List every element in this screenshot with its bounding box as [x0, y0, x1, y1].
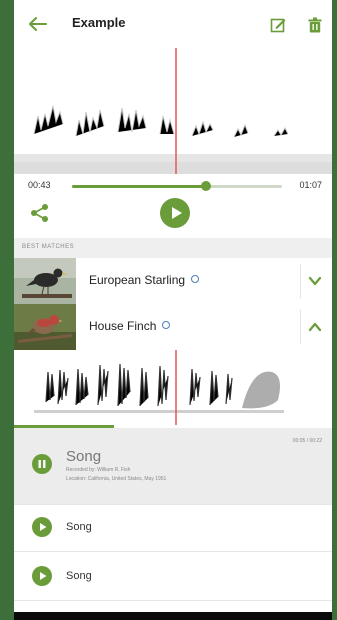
recording-title: Song [66, 448, 102, 465]
back-arrow-icon[interactable] [28, 16, 48, 32]
chevron-up-icon[interactable] [308, 320, 322, 334]
play-icon [40, 572, 47, 580]
phone-bottom-bezel [14, 612, 332, 620]
recording-item-active[interactable]: 00:05 / 00:22 Song Recorded by: William … [14, 428, 332, 505]
pause-button[interactable] [32, 454, 52, 474]
bird-name: European Starling [89, 273, 200, 287]
bird-photo [14, 304, 76, 350]
recording-spectrogram[interactable] [14, 350, 332, 425]
seek-thumb[interactable] [201, 181, 212, 191]
row-divider [300, 310, 301, 344]
seek-slider[interactable] [72, 181, 282, 191]
bird-photo [14, 258, 76, 304]
recording-location: Location: California, United States, May… [66, 476, 167, 482]
play-icon [172, 207, 182, 219]
chevron-down-icon[interactable] [308, 274, 322, 288]
best-matches-header: BEST MATCHES [14, 238, 332, 258]
recording-title: Song [66, 570, 92, 582]
recording-time: 00:05 / 00:22 [292, 438, 322, 444]
spectrogram[interactable] [14, 44, 332, 174]
play-button[interactable] [32, 517, 52, 537]
total-duration: 01:07 [299, 180, 322, 190]
match-row-house-finch[interactable]: House Finch [14, 304, 332, 351]
match-row-european-starling[interactable]: European Starling [14, 258, 332, 305]
recording-item[interactable]: Song [14, 552, 332, 601]
info-icon[interactable] [162, 321, 171, 329]
share-icon[interactable] [30, 203, 50, 223]
play-icon [40, 523, 47, 531]
info-icon[interactable] [191, 275, 200, 283]
section-label: BEST MATCHES [22, 244, 75, 250]
play-button[interactable] [32, 566, 52, 586]
app-bar: Example [14, 0, 332, 44]
edit-icon[interactable] [270, 17, 286, 33]
recording-item[interactable]: Song [14, 504, 332, 552]
trash-icon[interactable] [308, 17, 322, 33]
pause-icon [38, 460, 46, 468]
bird-name: House Finch [89, 319, 171, 333]
recording-title: Song [66, 521, 92, 533]
elapsed-time: 00:43 [28, 180, 51, 190]
recorded-by: Recorded by: William R. Fish [66, 467, 131, 473]
row-divider [300, 264, 301, 298]
play-button[interactable] [160, 198, 190, 228]
phone-screen: Example 00:43 01:07 BEST MATCHES Europea… [14, 0, 332, 612]
seek-progress [72, 185, 207, 188]
page-title: Example [72, 15, 126, 30]
